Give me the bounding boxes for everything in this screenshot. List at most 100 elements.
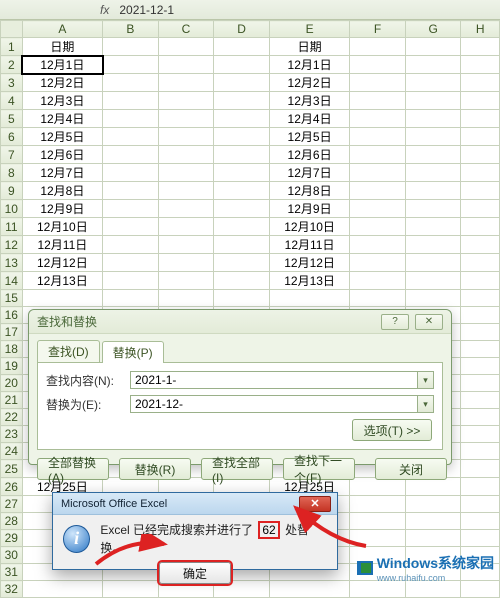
cell[interactable]: 日期 bbox=[22, 38, 102, 56]
ok-button[interactable]: 确定 bbox=[159, 562, 231, 584]
cell[interactable] bbox=[214, 218, 270, 236]
row-header[interactable]: 7 bbox=[1, 146, 23, 164]
cell[interactable]: 12月4日 bbox=[269, 110, 349, 128]
col-header-F[interactable]: F bbox=[350, 21, 406, 38]
cell[interactable] bbox=[405, 74, 461, 92]
cell[interactable]: 12月5日 bbox=[269, 128, 349, 146]
cell[interactable]: 12月2日 bbox=[269, 74, 349, 92]
cell[interactable] bbox=[461, 375, 500, 392]
cell[interactable] bbox=[461, 128, 500, 146]
row-header[interactable]: 6 bbox=[1, 128, 23, 146]
cell[interactable] bbox=[350, 513, 406, 530]
cell[interactable] bbox=[350, 530, 406, 547]
row-header[interactable]: 26 bbox=[1, 478, 23, 496]
cell[interactable]: 12月6日 bbox=[22, 146, 102, 164]
cell[interactable]: 12月1日 bbox=[269, 56, 349, 74]
cell[interactable]: 12月5日 bbox=[22, 128, 102, 146]
cell[interactable] bbox=[214, 128, 270, 146]
formula-input[interactable]: 2021-12-1 bbox=[115, 3, 500, 17]
replace-all-button[interactable]: 全部替换(A) bbox=[37, 458, 109, 480]
help-button[interactable]: ? bbox=[381, 314, 409, 330]
cell[interactable] bbox=[214, 110, 270, 128]
cell[interactable]: 12月13日 bbox=[269, 272, 349, 290]
cell[interactable] bbox=[350, 496, 406, 513]
row-header[interactable]: 27 bbox=[1, 496, 23, 513]
tab-find[interactable]: 查找(D) bbox=[37, 340, 100, 362]
cell[interactable] bbox=[350, 200, 406, 218]
cell[interactable] bbox=[214, 146, 270, 164]
cell[interactable] bbox=[103, 74, 159, 92]
cell[interactable] bbox=[461, 513, 500, 530]
cell[interactable] bbox=[158, 272, 214, 290]
cell[interactable] bbox=[350, 128, 406, 146]
cell[interactable]: 12月4日 bbox=[22, 110, 102, 128]
cell[interactable] bbox=[461, 496, 500, 513]
row-header[interactable]: 17 bbox=[1, 324, 23, 341]
col-header-B[interactable]: B bbox=[103, 21, 159, 38]
cell[interactable]: 12月1日 bbox=[22, 56, 102, 74]
row-header[interactable]: 8 bbox=[1, 164, 23, 182]
row-header[interactable]: 31 bbox=[1, 564, 23, 581]
cell[interactable] bbox=[461, 110, 500, 128]
cell[interactable] bbox=[461, 56, 500, 74]
cell[interactable] bbox=[461, 272, 500, 290]
cell[interactable] bbox=[461, 581, 500, 598]
col-header-G[interactable]: G bbox=[405, 21, 461, 38]
cell[interactable] bbox=[269, 290, 349, 307]
cell[interactable] bbox=[103, 236, 159, 254]
cell[interactable] bbox=[405, 236, 461, 254]
cell[interactable] bbox=[405, 56, 461, 74]
cell[interactable] bbox=[350, 218, 406, 236]
cell[interactable]: 12月10日 bbox=[269, 218, 349, 236]
find-all-button[interactable]: 查找全部(I) bbox=[201, 458, 273, 480]
cell[interactable]: 日期 bbox=[269, 38, 349, 56]
row-header[interactable]: 9 bbox=[1, 182, 23, 200]
row-header[interactable]: 22 bbox=[1, 409, 23, 426]
cell[interactable]: 12月6日 bbox=[269, 146, 349, 164]
cell[interactable] bbox=[461, 530, 500, 547]
cell[interactable] bbox=[103, 128, 159, 146]
cell[interactable] bbox=[350, 92, 406, 110]
row-header[interactable]: 18 bbox=[1, 341, 23, 358]
cell[interactable] bbox=[461, 254, 500, 272]
cell[interactable] bbox=[350, 182, 406, 200]
cell[interactable] bbox=[158, 218, 214, 236]
cell[interactable]: 12月12日 bbox=[269, 254, 349, 272]
replace-input[interactable] bbox=[130, 395, 418, 413]
cell[interactable] bbox=[158, 74, 214, 92]
cell[interactable] bbox=[461, 460, 500, 478]
row-header[interactable]: 19 bbox=[1, 358, 23, 375]
cell[interactable] bbox=[461, 38, 500, 56]
cell[interactable] bbox=[103, 110, 159, 128]
row-header[interactable]: 21 bbox=[1, 392, 23, 409]
cell[interactable] bbox=[461, 182, 500, 200]
cell[interactable] bbox=[103, 182, 159, 200]
cell[interactable]: 12月9日 bbox=[269, 200, 349, 218]
row-header[interactable]: 1 bbox=[1, 38, 23, 56]
cell[interactable] bbox=[405, 200, 461, 218]
cell[interactable] bbox=[461, 164, 500, 182]
cell[interactable] bbox=[214, 56, 270, 74]
cell[interactable] bbox=[350, 581, 406, 598]
row-header[interactable]: 16 bbox=[1, 307, 23, 324]
cell[interactable] bbox=[158, 236, 214, 254]
cell[interactable] bbox=[158, 200, 214, 218]
cell[interactable] bbox=[214, 200, 270, 218]
cell[interactable]: 12月2日 bbox=[22, 74, 102, 92]
cell[interactable]: 12月11日 bbox=[269, 236, 349, 254]
cell[interactable]: 12月8日 bbox=[22, 182, 102, 200]
row-header[interactable]: 15 bbox=[1, 290, 23, 307]
cell[interactable] bbox=[405, 92, 461, 110]
cell[interactable] bbox=[158, 182, 214, 200]
cell[interactable] bbox=[158, 254, 214, 272]
replace-dropdown[interactable]: ▾ bbox=[418, 395, 434, 413]
cell[interactable] bbox=[158, 110, 214, 128]
cell[interactable] bbox=[214, 164, 270, 182]
row-header[interactable]: 29 bbox=[1, 530, 23, 547]
cell[interactable] bbox=[214, 38, 270, 56]
cell[interactable] bbox=[461, 74, 500, 92]
cell[interactable] bbox=[158, 146, 214, 164]
cell[interactable] bbox=[461, 92, 500, 110]
cell[interactable] bbox=[22, 290, 102, 307]
cell[interactable] bbox=[103, 56, 159, 74]
